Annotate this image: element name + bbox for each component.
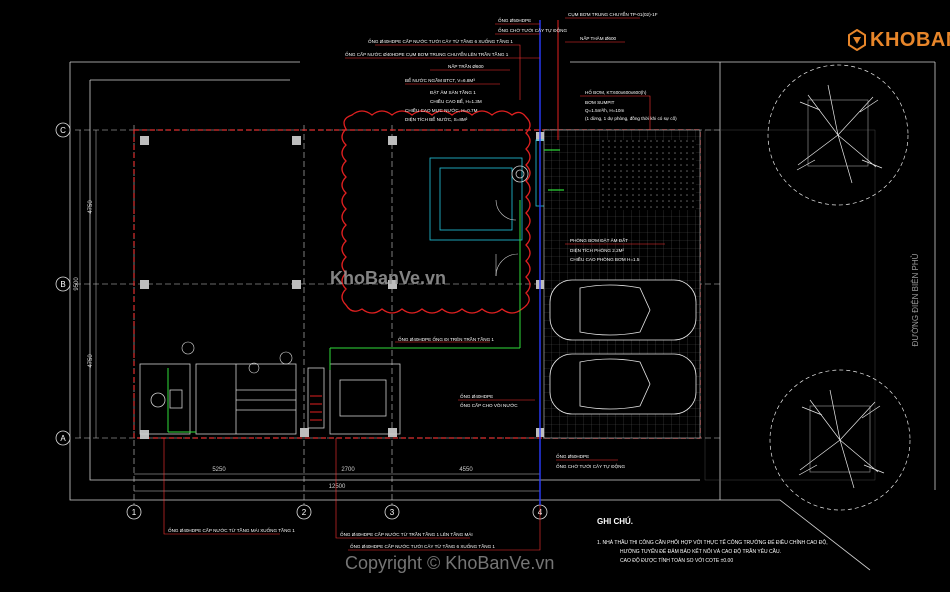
grid-row-label: C bbox=[60, 126, 66, 135]
note-bot1: ỐNG Ø50HDPE bbox=[556, 453, 589, 459]
brand-logo: KHOBANVE bbox=[848, 27, 950, 53]
dim-col-1: 5250 bbox=[212, 467, 226, 473]
copyright-watermark: Copyright © KhoBanVe.vn bbox=[345, 553, 555, 573]
notes-line-2: HƯỚNG TUYẾN ĐỂ ĐẢM BẢO KẾT NỐI VÀ CAO ĐỘ… bbox=[620, 549, 781, 555]
notes-line-3: CAO ĐỘ ĐƯỢC TÍNH TOÁN SO VỚI COTE ±0.00 bbox=[620, 558, 734, 564]
watermark: KhoBanVe.vn bbox=[330, 268, 447, 288]
dim-row-2: 9500 bbox=[74, 277, 80, 291]
logo-icon bbox=[848, 29, 866, 51]
note-top12: DIỆN TÍCH BỂ NƯỚC, S=8M² bbox=[405, 115, 468, 122]
note-top1: ỐNG Ø50HDPE bbox=[498, 17, 531, 23]
dim-col-2: 2700 bbox=[341, 467, 355, 473]
grid-col-label: 3 bbox=[390, 508, 395, 517]
note-top8: BỂ NƯỚC NGẦM BTCT, V=6.8M³ bbox=[405, 77, 475, 83]
dim-row-3: 4750 bbox=[88, 354, 94, 368]
note-bot3: ỐNG Ø40HDPE CẤP NƯỚC TỪ TẦNG MÁI XUỐNG T… bbox=[168, 527, 295, 533]
note-mid3: ỐNG CẤP CHO VÒI NƯỚC bbox=[460, 402, 518, 408]
dim-total: 12500 bbox=[329, 484, 346, 490]
note-top11: CHIỀU CAO MỰC NƯỚC, H=0.7M bbox=[405, 107, 478, 113]
notes-title: GHI CHÚ. bbox=[597, 517, 633, 526]
note-pit1: HỐ BƠM, KT:600x600x600(h) bbox=[585, 89, 647, 95]
note-bot5: ỐNG Ø40HDPE CẤP NƯỚC TƯỚI CÂY TỪ TẦNG 6 … bbox=[350, 543, 495, 549]
note-top5: CỤM BƠM TRUNG CHUYỂN TP-01(02)-1F bbox=[568, 11, 658, 17]
note-top6: NẮP THĂM Ø600 bbox=[580, 34, 617, 41]
note-top3: ỐNG Ø40HDPE CẤP NƯỚC TƯỚI CÂY TỪ TẦNG 6 … bbox=[368, 38, 513, 44]
note-top7: NẮP TRẦN Ø600 bbox=[448, 62, 484, 69]
note-top9: ĐẶT ÂM SÀN TẦNG 1 bbox=[430, 89, 476, 95]
note-bot2: ỐNG CHỜ TƯỚI CÂY TỰ ĐỘNG bbox=[556, 463, 625, 469]
note-mid1: ỐNG Ø40HDPE ỐNG ĐI TRÊN TRẦN TẦNG 1 bbox=[398, 335, 494, 342]
note-room3: CHIỀU CAO PHÒNG BƠM H=1.5 bbox=[570, 256, 640, 262]
street-label: ĐƯỜNG ĐIỆN BIÊN PHỦ bbox=[911, 253, 920, 346]
note-top2: ỐNG CHỜ TƯỚI CÂY TỰ ĐỘNG bbox=[498, 27, 567, 33]
grid-row-label: B bbox=[60, 280, 65, 289]
note-room2: DIỆN TÍCH PHÒNG 2.2M² bbox=[570, 246, 624, 253]
grid-row-label: A bbox=[60, 434, 66, 443]
note-pit2: BƠM SUMPIT bbox=[585, 100, 615, 105]
grid-col-label: 2 bbox=[302, 508, 307, 517]
dim-col-3: 4550 bbox=[459, 467, 473, 473]
note-mid2: ỐNG Ø40HDPE bbox=[460, 393, 493, 399]
note-top4: ỐNG CẤP NƯỚC Ø40HDPE CỤM BƠM TRUNG CHUYỂ… bbox=[345, 50, 509, 57]
dim-row-1: 4750 bbox=[88, 200, 94, 214]
drawing-canvas: C B A 1 2 3 4 5250 2700 4550 12500 4750 … bbox=[0, 0, 950, 592]
note-bot4: ỐNG Ø40HDPE CẤP NƯỚC TỪ TRẦN TẦNG 1 LÊN … bbox=[340, 530, 473, 537]
logo-text: KHOBANVE bbox=[870, 28, 950, 51]
note-top10: CHIỀU CAO BỂ, H=1.3M bbox=[430, 98, 482, 104]
grid-col-label: 1 bbox=[132, 508, 137, 517]
note-pit4: (1 dừng, 1 dự phòng, đồng thời khi có sự… bbox=[585, 116, 677, 121]
note-pit3: Q=1.5m³/h, H=10m bbox=[585, 108, 624, 113]
notes-line-1: 1. NHÀ THẦU THI CÔNG CẦN PHỐI HỢP VỚI TH… bbox=[597, 540, 828, 546]
note-room1: PHÒNG BƠM ĐẶT ÂM ĐẤT bbox=[570, 237, 628, 243]
